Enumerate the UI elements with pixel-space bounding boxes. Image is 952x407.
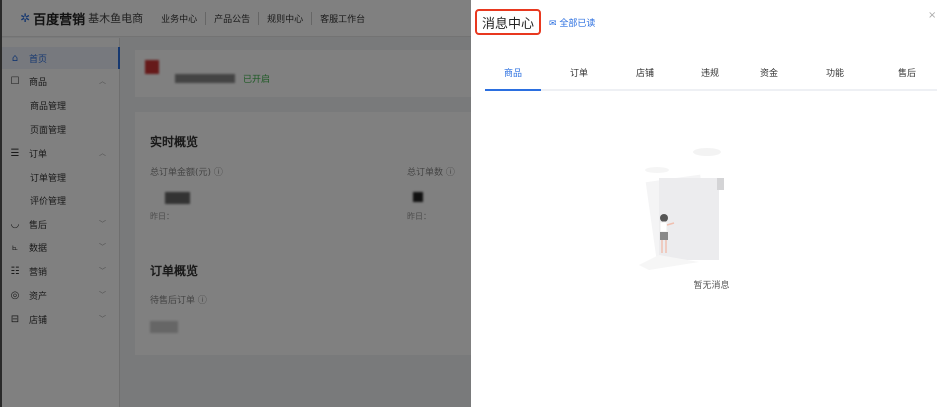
active-tab-indicator: [485, 89, 541, 91]
count-blurred: [413, 192, 423, 202]
shop-card: 已开启: [135, 50, 471, 97]
sidebar-item-label: 商品: [29, 77, 48, 88]
sidebar-item-label: 页面管理: [30, 125, 67, 136]
mark-all-read-button[interactable]: ✉ 全部已读: [549, 16, 595, 29]
yesterday-label: 昨日：: [150, 212, 174, 221]
header-nav-item[interactable]: 规则中心: [259, 11, 313, 25]
tab-item[interactable]: 资金: [760, 66, 778, 79]
shop-name-blurred: [175, 74, 235, 83]
chart-icon: ⦜: [12, 241, 18, 253]
tab-item[interactable]: 店铺: [636, 66, 654, 79]
sidebar-item-label: 店铺: [29, 315, 48, 326]
sidebar-item-label: 数据: [29, 243, 48, 254]
header-nav-item[interactable]: 业务中心: [153, 11, 207, 25]
realtime-title: 实时概览: [150, 135, 199, 149]
status-badge: 已开启: [243, 75, 271, 85]
sidebar-item[interactable]: 评价管理: [2, 189, 120, 211]
sidebar-item[interactable]: ◎ 资产 ﹀: [2, 284, 120, 306]
tab-item[interactable]: 商品: [504, 66, 522, 79]
help-icon[interactable]: ⓘ: [214, 168, 223, 178]
total-count-label: 总订单数 ⓘ: [407, 165, 455, 178]
overview-card: 实时概览 总订单金额(元) ⓘ 昨日： 总订单数 ⓘ 昨日： 订单概览 待售后订…: [135, 112, 471, 355]
sub-brand: 基木鱼电商: [88, 12, 144, 25]
chevron-down-icon[interactable]: ﹀: [99, 290, 106, 300]
sidebar-item[interactable]: ☐ 商品 ︿: [2, 70, 120, 92]
coin-icon: ◎: [10, 289, 20, 301]
shield-icon: ◡: [10, 218, 20, 230]
brand: 百度营销: [33, 12, 86, 28]
envelope-icon: ✉: [549, 19, 557, 29]
sidebar-item-label: 首页: [29, 54, 48, 65]
top-header: ✲ 百度营销 基木鱼电商 业务中心 产品公告 规则中心 客服工作台: [2, 0, 471, 37]
chevron-up-icon[interactable]: ︿: [99, 148, 106, 158]
yesterday-label: 昨日：: [407, 212, 431, 221]
label-text: 总订单金额(元): [150, 168, 212, 178]
order-title: 订单概览: [150, 264, 199, 278]
clipboard-icon: ☰: [10, 147, 20, 159]
label-text: 待售后订单: [150, 296, 196, 306]
logo: ✲ 百度营销 基木鱼电商: [20, 9, 143, 28]
logo-icon: ✲: [20, 11, 31, 25]
sidebar-item-label: 订单管理: [30, 173, 67, 184]
chevron-down-icon[interactable]: ﹀: [99, 219, 106, 229]
sidebar-item-label: 营销: [29, 267, 48, 278]
tab-item[interactable]: 订单: [570, 66, 588, 79]
tab-item[interactable]: 违规: [701, 66, 719, 79]
header-nav-item[interactable]: 客服工作台: [312, 12, 373, 25]
mark-all-read-label: 全部已读: [559, 19, 596, 29]
tab-item[interactable]: 功能: [826, 66, 844, 79]
amount-blurred: [165, 192, 190, 204]
chevron-up-icon[interactable]: ︿: [99, 76, 106, 86]
background-app: ✲ 百度营销 基木鱼电商 业务中心 产品公告 规则中心 客服工作台 ⌂ 首页 ☐ 商品 ︿ 商品管理…: [0, 0, 471, 407]
store-icon: ⊟: [10, 313, 20, 325]
bag-icon: ☐: [10, 75, 20, 87]
sidebar-item-label: 订单: [29, 149, 48, 160]
sidebar-item[interactable]: ☰ 订单 ︿: [2, 142, 120, 164]
sidebar-item[interactable]: ⦜ 数据 ﹀: [2, 236, 120, 258]
sidebar-item[interactable]: ⊟ 店铺 ﹀: [2, 308, 120, 330]
chevron-down-icon[interactable]: ﹀: [99, 242, 106, 252]
sidebar-item[interactable]: ☷ 营销 ﹀: [2, 260, 120, 282]
chevron-down-icon[interactable]: ﹀: [99, 314, 106, 324]
help-icon[interactable]: ⓘ: [446, 168, 455, 178]
total-amount-label: 总订单金额(元) ⓘ: [150, 165, 223, 178]
sidebar-item[interactable]: 页面管理: [2, 118, 120, 140]
sidebar-item-label: 评价管理: [30, 196, 67, 207]
home-icon: ⌂: [11, 52, 19, 64]
gift-icon: ☷: [10, 265, 20, 277]
sidebar-item-label: 售后: [29, 220, 48, 231]
header-nav: 业务中心 产品公告 规则中心 客服工作台: [153, 11, 373, 25]
message-tabs: 商品 订单 店铺 违规 资金 功能 售后: [485, 60, 937, 91]
close-icon[interactable]: ×: [928, 10, 936, 21]
sidebar-item-label: 资产: [29, 291, 48, 302]
help-icon[interactable]: ⓘ: [198, 296, 207, 306]
tab-item[interactable]: 售后: [898, 66, 916, 79]
chevron-down-icon[interactable]: ﹀: [99, 266, 106, 276]
drawer-title: 消息中心: [475, 9, 541, 35]
empty-text: 暂无消息: [693, 281, 730, 291]
pending-blurred: [150, 321, 178, 333]
sidebar-item[interactable]: 订单管理: [2, 166, 120, 188]
sidebar-item[interactable]: ◡ 售后 ﹀: [2, 213, 120, 235]
sidebar-item[interactable]: ⌂ 首页: [2, 47, 120, 69]
label-text: 总订单数: [407, 168, 444, 178]
sidebar: ⌂ 首页 ☐ 商品 ︿ 商品管理 页面管理 ☰ 订单 ︿ 订单管理 评价管理 ◡ 售后 ﹀ ⦜ 数据 ﹀ ☷ 营销 ﹀ ◎…: [2, 38, 120, 407]
shop-avatar: [145, 60, 159, 74]
empty-illustration: [639, 148, 724, 270]
header-nav-item[interactable]: 产品公告: [206, 11, 260, 25]
message-center-drawer: 消息中心 ✉ 全部已读 × 商品 订单 店铺 违规 资金 功能 售后 暂无消息: [471, 0, 952, 407]
sidebar-item[interactable]: 商品管理: [2, 94, 120, 116]
pending-label: 待售后订单 ⓘ: [150, 293, 207, 306]
sidebar-item-label: 商品管理: [30, 101, 67, 112]
